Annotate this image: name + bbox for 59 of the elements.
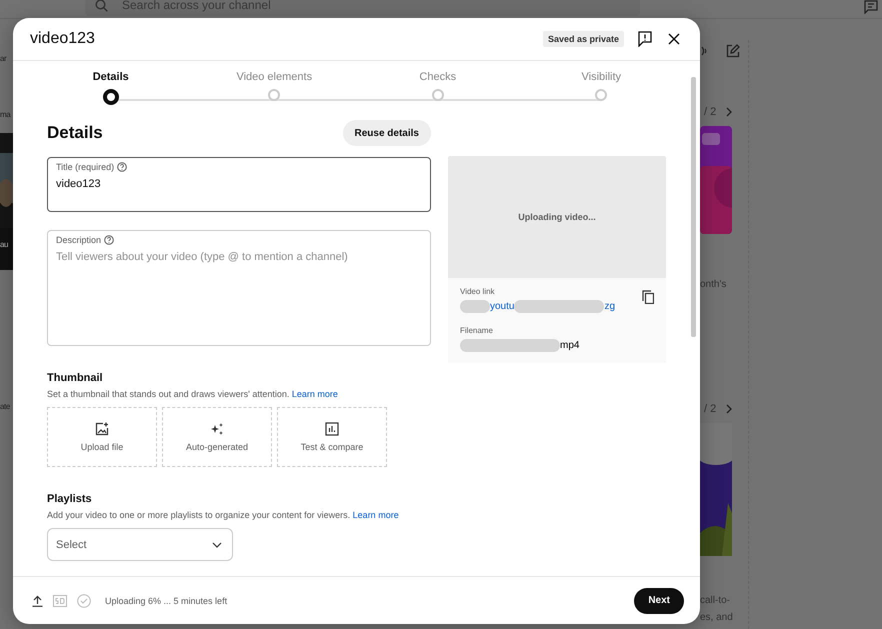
edit-icon[interactable] <box>726 44 740 58</box>
chevron-down-icon <box>212 542 222 548</box>
check-circle-icon <box>77 594 91 608</box>
field-label: Filename <box>460 326 494 335</box>
sparkles-icon <box>210 422 224 436</box>
section-heading: Playlists <box>47 493 93 505</box>
section-description: Set a thumbnail that stands out and draws viewers' attention. Learn more <box>47 389 339 399</box>
text-fragment: au <box>0 240 8 249</box>
title-field[interactable]: Title (required) video123 <box>47 157 431 212</box>
scrollbar-thumb[interactable] <box>691 77 696 337</box>
text-fragment: ate <box>0 402 10 411</box>
video-link-fragment[interactable]: youtu <box>490 300 514 312</box>
section-heading: Thumbnail <box>47 372 104 384</box>
page-counter: / 2 <box>704 106 716 118</box>
bar-chart-icon <box>325 422 339 436</box>
feedback-icon[interactable] <box>638 31 652 47</box>
thumbnail-option[interactable]: Auto-generated <box>162 407 272 467</box>
filename-fragment: mp4 <box>560 340 580 350</box>
field-label: Description <box>56 235 102 245</box>
field-label: Title (required) <box>56 162 114 172</box>
step-tab[interactable]: Video elements <box>192 71 356 105</box>
search-icon <box>95 0 108 12</box>
next-button[interactable]: Next <box>634 588 684 614</box>
text-fragment: ar <box>0 54 6 63</box>
caption-fragment: es, and <box>700 611 734 625</box>
help-icon[interactable] <box>117 162 128 172</box>
playlist-dropdown[interactable]: Select <box>47 528 233 561</box>
video-link-fragment[interactable]: zg <box>604 300 616 312</box>
thumbnail-option[interactable]: Test & compare <box>277 407 387 467</box>
save-status-badge: Saved as private <box>542 31 624 47</box>
caption-fragment: call-to- <box>700 594 732 608</box>
help-icon[interactable] <box>104 235 114 245</box>
upload-progress-text: Uploading 6% ... 5 minutes left <box>105 596 228 606</box>
copy-icon[interactable] <box>642 290 654 304</box>
step-tab[interactable]: Details <box>29 71 192 105</box>
section-heading: Details <box>47 123 103 143</box>
text-fragment: ma <box>0 110 10 119</box>
learn-more-link[interactable]: Learn more <box>352 510 399 520</box>
step-tab[interactable]: Checks <box>356 71 520 105</box>
thumbnail-option[interactable]: Upload file <box>47 407 157 467</box>
page-counter: / 2 <box>704 403 716 415</box>
section-description: Add your video to one or more playlists to organize your content for viewers. Learn more <box>47 510 400 520</box>
reuse-details-button[interactable]: Reuse details <box>342 120 431 146</box>
chevron-right-icon[interactable] <box>726 404 732 414</box>
sd-quality-icon <box>53 594 67 606</box>
upload-icon <box>32 594 43 606</box>
chevron-right-icon[interactable] <box>726 107 732 117</box>
description-field[interactable]: Description Tell viewers about your video (type @ to mention a channel) <box>47 230 431 346</box>
step-tab[interactable]: Visibility <box>520 71 683 105</box>
close-icon[interactable] <box>668 33 680 45</box>
dialog-title: video123 <box>30 30 96 48</box>
image-add-icon <box>95 422 109 436</box>
redaction-blob <box>460 300 490 312</box>
upload-status: Uploading video... <box>518 212 596 222</box>
caption-fragment: onth's <box>700 278 728 292</box>
field-label: Video link <box>460 287 496 296</box>
learn-more-link[interactable]: Learn more <box>292 389 338 399</box>
title-input[interactable]: video123 <box>56 178 422 190</box>
description-input[interactable]: Tell viewers about your video (type @ to mention a channel) <box>56 251 422 299</box>
